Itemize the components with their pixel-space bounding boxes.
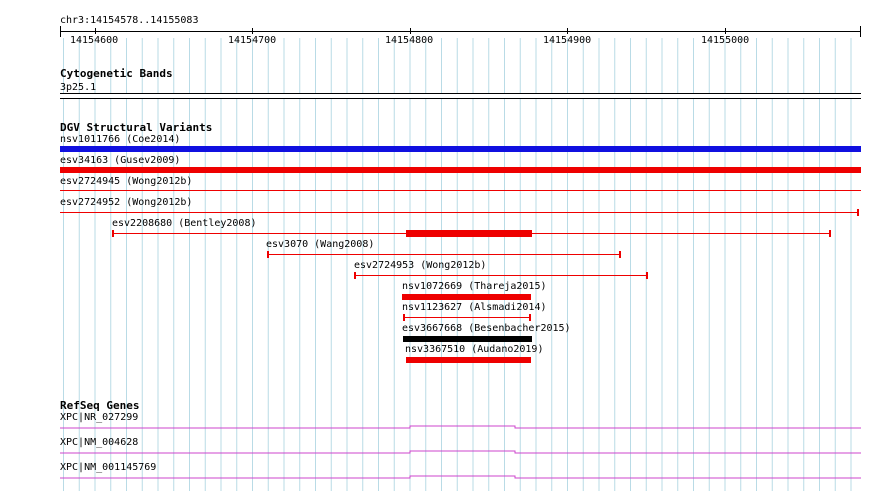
variant-end-cap (529, 314, 531, 321)
ruler-axis-line (60, 31, 860, 32)
ruler-right-arrow (860, 26, 861, 37)
variant-end-cap (646, 272, 648, 279)
variant-label: esv2724945 (Wong2012b) (60, 176, 193, 187)
variant-feature[interactable] (268, 254, 621, 255)
locus-label: chr3:14154578..14155083 (60, 15, 199, 26)
variant-label: nsv1011766 (Coe2014) (60, 134, 181, 145)
variant-end-cap (829, 230, 831, 237)
cytoband-track-title: Cytogenetic Bands (60, 67, 173, 80)
variant-label: esv2724953 (Wong2012b) (354, 260, 487, 271)
ruler-tick-label: 14154800 (385, 35, 434, 46)
ruler-tick-label: 14154600 (70, 35, 119, 46)
gene-label: XPC|NR_027299 (60, 412, 139, 423)
variant-label: esv2724952 (Wong2012b) (60, 197, 193, 208)
variant-end-cap (112, 230, 114, 237)
variant-thick-block[interactable] (406, 230, 532, 237)
ruler-tick (410, 28, 411, 34)
ruler-tick (252, 28, 253, 34)
variant-label: nsv3367510 (Audano2019) (405, 344, 544, 355)
cytoband-feature[interactable] (60, 93, 861, 99)
refseq-track-title: RefSeq Genes (60, 399, 140, 412)
variant-feature[interactable] (403, 336, 532, 342)
dgv-track-title: DGV Structural Variants (60, 121, 213, 134)
ruler-tick-label: 14155000 (701, 35, 750, 46)
variant-feature[interactable] (355, 275, 648, 276)
variant-end-cap (267, 251, 269, 258)
variant-feature[interactable] (404, 317, 531, 318)
gene-label: XPC|NM_001145769 (60, 462, 157, 473)
variant-feature[interactable] (60, 146, 861, 152)
variant-end-cap (354, 272, 356, 279)
variant-label: esv3667668 (Besenbacher2015) (402, 323, 571, 334)
ruler-tick-label: 14154900 (543, 35, 592, 46)
variant-end-cap (619, 251, 621, 258)
variant-label: esv3070 (Wang2008) (266, 239, 375, 250)
ruler-tick (95, 28, 96, 34)
ruler-tick (725, 28, 726, 34)
variant-feature[interactable] (60, 190, 861, 191)
variant-label: esv34163 (Gusev2009) (60, 155, 181, 166)
variant-feature[interactable] (406, 357, 531, 363)
variant-feature[interactable] (60, 167, 861, 173)
variant-feature[interactable] (60, 212, 858, 213)
variant-end-cap (403, 314, 405, 321)
ruler-tick (567, 28, 568, 34)
gene-label: XPC|NM_004628 (60, 437, 139, 448)
variant-label: nsv1072669 (Thareja2015) (402, 281, 547, 292)
variant-end-cap (857, 209, 859, 216)
variant-feature[interactable] (402, 294, 531, 300)
ruler-left-arrow (60, 26, 61, 37)
variant-label: esv2208680 (Bentley2008) (112, 218, 257, 229)
variant-label: nsv1123627 (Alsmadi2014) (402, 302, 547, 313)
ruler-tick-label: 14154700 (228, 35, 277, 46)
